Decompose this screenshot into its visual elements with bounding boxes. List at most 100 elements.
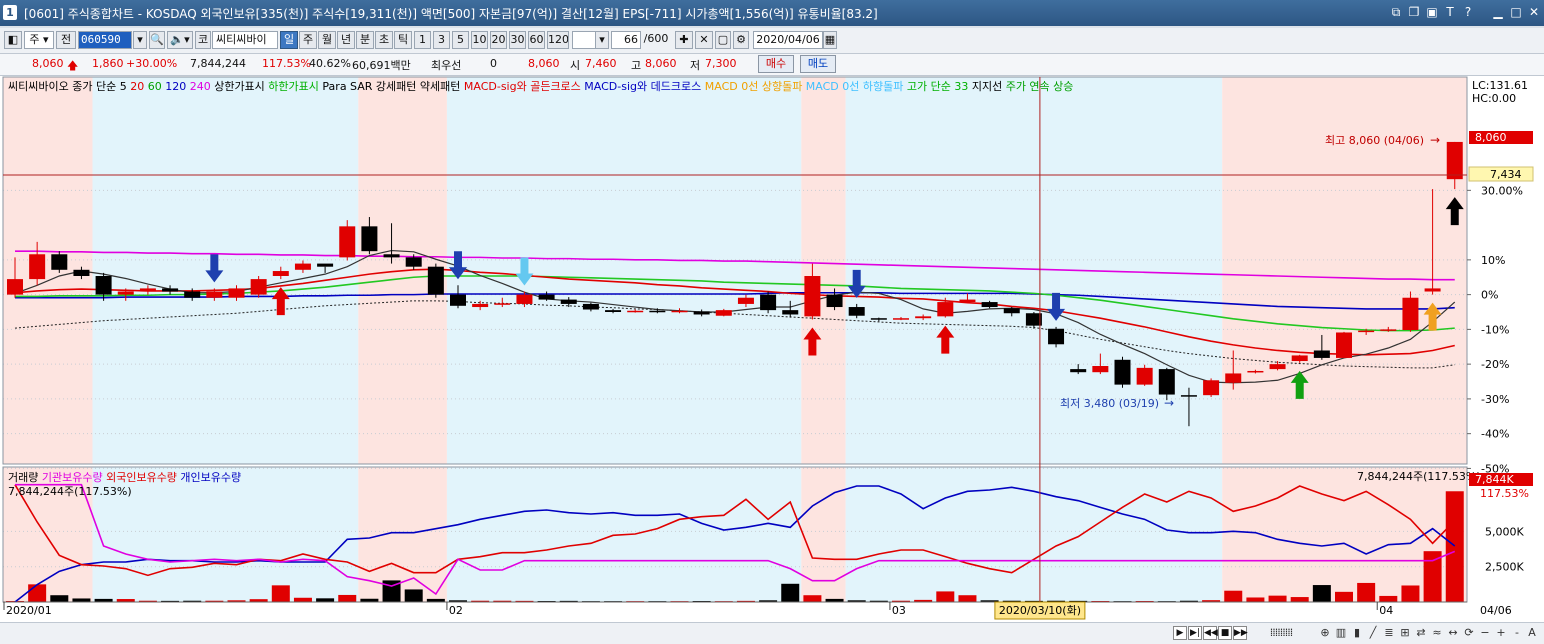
layout-icon[interactable]: ◧ (4, 31, 22, 49)
candle (139, 288, 156, 292)
restore-icon[interactable]: ❐ (1406, 4, 1422, 20)
zoom-in-icon[interactable]: + (1494, 625, 1508, 641)
interval-tab-120[interactable]: 120 (547, 31, 569, 49)
price-legend-item-4: 120 (162, 80, 187, 93)
interval-tab-60[interactable]: 60 (528, 31, 545, 49)
candle (1048, 328, 1065, 345)
crosshair-icon[interactable]: ✕ (695, 31, 713, 49)
code-dropdown-icon[interactable]: ▾ (133, 31, 147, 49)
price-legend-item-0: 씨티씨바이오 (8, 80, 69, 93)
volume-legend-item-0: 거래량 (8, 471, 38, 484)
candle (405, 257, 422, 267)
candle (959, 299, 976, 303)
window-number: 1 (3, 5, 17, 20)
chart-type-icon[interactable]: ▥ (1334, 625, 1348, 641)
scroll-first-icon[interactable]: ▶ (1173, 626, 1187, 640)
interval-dropdown-icon[interactable]: ▾ (595, 31, 609, 49)
line-chart-icon[interactable]: ╱ (1366, 625, 1380, 641)
candle (516, 294, 533, 304)
indicator-icon[interactable]: ≈ (1430, 625, 1444, 641)
grid-icon[interactable]: ⊞ (1398, 625, 1412, 641)
play-icon[interactable]: ▶▶ (1233, 626, 1248, 640)
y-tick-0: 30.00% (1481, 184, 1523, 197)
date-input[interactable]: 2020/04/06 (753, 31, 823, 49)
fit-icon[interactable]: ↔ (1446, 625, 1460, 641)
sell-button[interactable]: 매도 (800, 55, 836, 73)
refresh-icon[interactable]: ⟳ (1462, 625, 1476, 641)
sound-icon[interactable]: 🔈▾ (167, 31, 193, 49)
compare-icon[interactable]: ⇄ (1414, 625, 1428, 641)
chart-tool-icon[interactable]: ✚ (675, 31, 693, 49)
candle (1358, 330, 1375, 333)
search-icon[interactable]: 🔍 (149, 31, 165, 49)
toolbar: ◧ 주 ▾ 전 060590 ▾ 🔍 🔈▾ 코 씨티씨바이 일주월년분초틱 13… (0, 28, 1544, 54)
font-up-icon[interactable]: A (1525, 625, 1539, 641)
candle (870, 318, 887, 320)
candle (560, 299, 577, 304)
candle (649, 310, 666, 313)
stock-code-input[interactable]: 060590 (78, 31, 132, 49)
candle (1247, 370, 1264, 373)
interval-tab-10[interactable]: 10 (471, 31, 488, 49)
link-icon[interactable]: ⧉ (1388, 4, 1404, 20)
period-tab-4[interactable]: 분 (356, 31, 374, 49)
type-select[interactable]: 주 ▾ (24, 31, 54, 49)
rewind-icon[interactable]: ◀◀ (1203, 626, 1218, 640)
candle (51, 254, 68, 270)
volume-band-5 (845, 467, 1223, 602)
buy-button[interactable]: 매수 (758, 55, 794, 73)
volume-bar (271, 585, 290, 602)
zoom-icon[interactable]: ⊕ (1318, 625, 1332, 641)
count-input[interactable]: 66 (611, 31, 641, 49)
candle (804, 276, 821, 317)
priority-value: 0 (490, 57, 497, 70)
volume-bar (781, 583, 800, 602)
volume-band-1 (92, 467, 359, 602)
status-bar: ▶ ▶| ◀◀ ■ ▶▶ ⁞⁞⁞⁞⁞⁞⁞⁞⁞ ⊕ ▥ ▮ ╱ ≣ ⊞ ⇄ ≈ ↔… (0, 622, 1544, 644)
maximize-icon[interactable]: □ (1508, 4, 1524, 20)
copy-icon[interactable]: ▣ (1424, 4, 1440, 20)
candle (1336, 332, 1352, 358)
calendar-icon[interactable]: ▦ (823, 31, 837, 49)
interval-tab-20[interactable]: 20 (490, 31, 507, 49)
zoom-out-icon[interactable]: − (1478, 625, 1492, 641)
gear-icon[interactable]: ⚙ (733, 31, 749, 49)
interval-tab-30[interactable]: 30 (509, 31, 526, 49)
scroll-track[interactable]: ⁞⁞⁞⁞⁞⁞⁞⁞⁞ (1248, 625, 1314, 641)
split-icon[interactable]: ≣ (1382, 625, 1396, 641)
font-down-icon[interactable]: - (1510, 625, 1524, 641)
bar-chart-icon[interactable]: ▮ (1350, 625, 1364, 641)
high-label: 고 (631, 59, 642, 72)
period-tab-2[interactable]: 월 (318, 31, 336, 49)
scroll-end-icon[interactable]: ▶| (1188, 626, 1202, 640)
volume-background-bands (3, 467, 1467, 602)
interval-tab-1[interactable]: 1 (414, 31, 431, 49)
period-tab-3[interactable]: 년 (337, 31, 355, 49)
interval-tab-3[interactable]: 3 (433, 31, 450, 49)
price-change-pct: +30.00% (126, 57, 178, 70)
period-tab-6[interactable]: 틱 (394, 31, 412, 49)
price-legend-item-10: MACD-sig와 골든크로스 (460, 80, 580, 93)
minimize-icon[interactable]: ▁ (1490, 4, 1506, 20)
period-tab-1[interactable]: 주 (299, 31, 317, 49)
close-icon[interactable]: ✕ (1526, 4, 1542, 20)
font-icon[interactable]: T (1442, 4, 1458, 20)
candle (250, 279, 267, 295)
volume-value: 7,844,244 (190, 57, 246, 70)
draw-icon[interactable]: ▢ (715, 31, 731, 49)
candle (582, 303, 599, 310)
period-tab-0[interactable]: 일 (280, 31, 298, 49)
stock-chart[interactable]: 30.00%10%0%-10%-20%-30%-40%-50%5,000K2,5… (0, 76, 1544, 622)
period-tab-5[interactable]: 초 (375, 31, 393, 49)
interval-tab-5[interactable]: 5 (452, 31, 469, 49)
candle (73, 269, 90, 276)
stop-icon[interactable]: ■ (1218, 626, 1232, 640)
open-price: 7,460 (585, 57, 617, 70)
candle (95, 276, 112, 295)
help-icon[interactable]: ? (1460, 4, 1476, 20)
candle (760, 294, 777, 311)
y-tick-3: -10% (1481, 323, 1509, 336)
candle (981, 302, 998, 308)
price-legend-item-5: 240 (186, 80, 211, 93)
prev-button[interactable]: 전 (56, 31, 76, 49)
